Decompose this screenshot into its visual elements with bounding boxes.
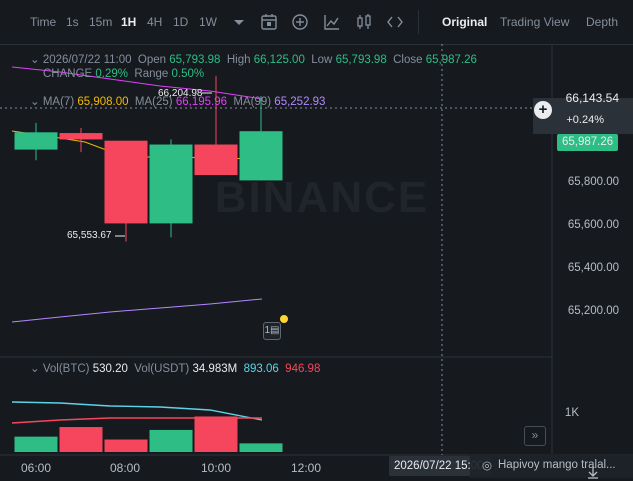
change-label: CHANGE: [43, 68, 93, 80]
vol-ma2-value: 946.98: [285, 363, 321, 375]
vol-usdt-value: 34.983M: [192, 363, 238, 375]
ohlc-legend: ⌄ 2026/07/22 11:00 Open 65,793.98 High 6…: [30, 52, 477, 66]
code-icon[interactable]: [384, 11, 406, 33]
ma99-label: MA(99): [233, 96, 272, 108]
line-chart-icon[interactable]: [321, 11, 343, 33]
ma7-value: 65,908.00: [77, 96, 129, 108]
crosshair-price: 66,143.54: [565, 91, 619, 105]
interval-4h[interactable]: 4H: [147, 15, 162, 29]
plus-circle-icon[interactable]: [289, 11, 311, 33]
interval-1w[interactable]: 1W: [199, 15, 217, 29]
price-tick: 65,800.00: [567, 176, 619, 188]
interval-15m[interactable]: 15m: [89, 15, 112, 29]
legend-collapse-icon[interactable]: ⌄: [30, 54, 43, 66]
notification-icon: ◎: [482, 460, 493, 472]
candle-body[interactable]: [14, 132, 58, 150]
vol-ma1-value: 893.06: [243, 363, 279, 375]
interval-1d[interactable]: 1D: [173, 15, 188, 29]
ma99-value: 65,252.93: [274, 96, 326, 108]
tab-depth[interactable]: Depth: [586, 15, 618, 29]
volume-legend: ⌄ Vol(BTC) 530.20 Vol(USDT) 34.983M 893.…: [30, 361, 320, 375]
high-label: High: [226, 54, 251, 66]
chart-toolbar: Time 1s 15m 1H 4H 1D 1W Original Trading…: [0, 0, 633, 45]
time-label[interactable]: Time: [30, 15, 56, 29]
event-dot-icon: [280, 315, 288, 323]
ma-collapse-icon[interactable]: ⌄: [30, 96, 43, 108]
range-value: 0.50%: [171, 68, 205, 80]
interval-1s[interactable]: 1s: [66, 15, 79, 29]
vol-usdt-label: Vol(USDT): [134, 363, 190, 375]
low-annotation: 65,553.67: [67, 230, 112, 241]
chevron-down-icon[interactable]: [228, 11, 250, 33]
time-tick: 08:00: [110, 461, 141, 475]
change-legend: CHANGE 0.29% Range 0.50%: [43, 68, 204, 80]
low-value: 65,793.98: [335, 54, 387, 66]
vol-btc-label: Vol(BTC): [42, 363, 90, 375]
add-alert-button[interactable]: +: [534, 101, 552, 119]
open-label: Open: [137, 54, 167, 66]
price-tick: 65,600.00: [567, 219, 619, 231]
tab-trading-view[interactable]: Trading View: [500, 15, 569, 29]
calendar-icon[interactable]: [258, 11, 280, 33]
time-tick: 12:00: [291, 461, 322, 475]
volume-bars-group: [14, 416, 283, 452]
vol-btc-value: 530.20: [92, 363, 128, 375]
ohlc-date: 2026/07/22 11:00: [42, 54, 132, 66]
ma-legend: ⌄ MA(7) 65,908.00 MA(25) 66,195.96 MA(99…: [30, 94, 325, 108]
volume-bar[interactable]: [239, 443, 283, 452]
volume-bar[interactable]: [149, 429, 193, 452]
ma25-label: MA(25): [134, 96, 173, 108]
tab-original[interactable]: Original: [442, 15, 487, 29]
event-marker-icon[interactable]: 1▤: [263, 322, 281, 340]
volume-bar[interactable]: [194, 416, 238, 452]
candle-body[interactable]: [59, 133, 103, 140]
volume-collapse-icon[interactable]: ⌄: [30, 363, 43, 375]
price-tick: 65,200.00: [567, 305, 619, 317]
volume-bar[interactable]: [104, 439, 148, 452]
interval-1h[interactable]: 1H: [121, 15, 136, 29]
ma25-value: 66,195.96: [175, 96, 227, 108]
low-label: Low: [311, 54, 333, 66]
scroll-to-latest-button[interactable]: »: [524, 426, 546, 446]
last-price-tag: 65,987.26: [557, 134, 619, 151]
candle-body[interactable]: [104, 140, 148, 224]
candlestick-icon[interactable]: [353, 11, 375, 33]
price-tick: 65,400.00: [567, 262, 619, 274]
range-label: Range: [134, 68, 169, 80]
volume-bar[interactable]: [59, 427, 103, 452]
volume-axis-tick: 1K: [564, 407, 579, 419]
notification-toast[interactable]: ◎ Hapivoy mango tralal...: [470, 454, 633, 478]
candle-body[interactable]: [194, 144, 238, 176]
high-value: 66,125.00: [253, 54, 305, 66]
ma99-line: [11, 298, 263, 323]
volume-bar[interactable]: [14, 436, 58, 452]
crosshair-change: +0.24%: [566, 114, 604, 126]
time-tick: 06:00: [21, 461, 52, 475]
change-value: 0.29%: [95, 68, 129, 80]
download-icon[interactable]: [586, 466, 600, 480]
ma7-label: MA(7): [42, 96, 75, 108]
close-label: Close: [393, 54, 423, 66]
open-value: 65,793.98: [169, 54, 221, 66]
time-tick: 10:00: [201, 461, 232, 475]
candle-body[interactable]: [149, 144, 193, 224]
toolbar-divider: [418, 10, 419, 34]
candle-body[interactable]: [239, 131, 283, 181]
close-value: 65,987.26: [425, 54, 477, 66]
